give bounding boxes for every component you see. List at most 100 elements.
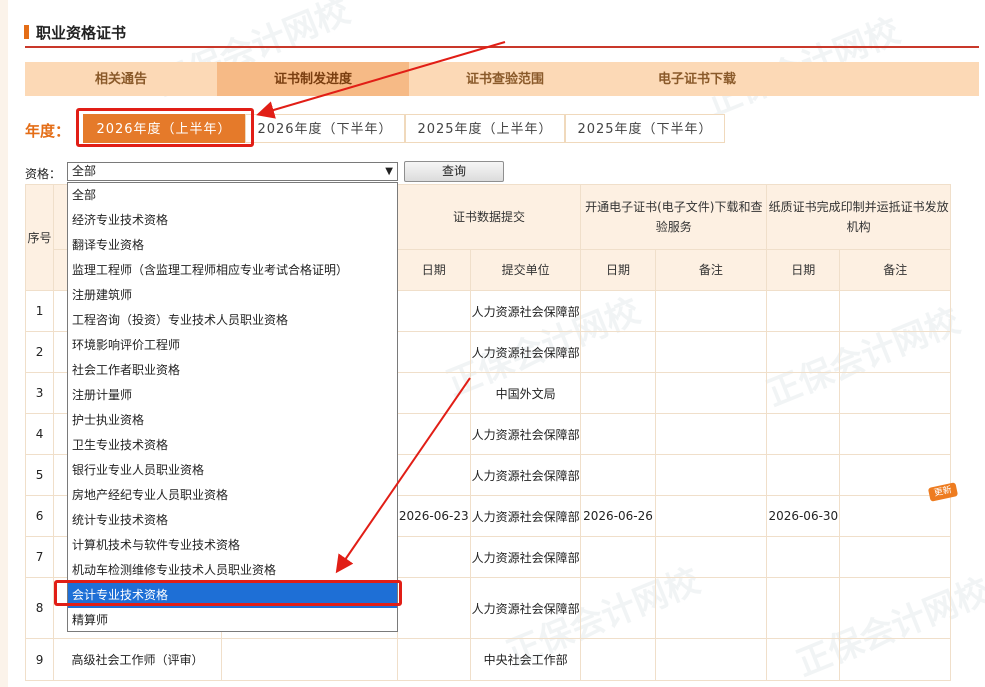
cell-name: 高级社会工作师（评审） [53,638,222,681]
dropdown-option[interactable]: 注册计量师 [68,383,397,408]
dropdown-option[interactable]: 全部 [68,183,397,208]
cell-e-date [580,638,656,681]
cell-e-date: 2026-06-26 [580,495,656,537]
cell-e-remark [654,638,768,681]
cell-e-remark [654,413,768,455]
cell-e-date [580,413,656,455]
cell-p-date [766,290,841,332]
dropdown-option[interactable]: 精算师 [68,608,397,633]
tab-e-cert-download[interactable]: 电子证书下载 [601,62,793,96]
cell-submit-date [396,413,471,455]
dropdown-option[interactable]: 护士执业资格 [68,408,397,433]
header-e-cert: 开通电子证书(电子文件)下载和查验服务 [580,184,768,250]
dropdown-option[interactable]: 工程咨询（投资）专业技术人员职业资格 [68,308,397,333]
cell-submit-date [396,331,471,373]
dropdown-option[interactable]: 社会工作者职业资格 [68,358,397,383]
tab-notices[interactable]: 相关通告 [25,62,217,96]
qualification-select[interactable]: 全部 ▼ [67,162,398,181]
cell-p-date [766,331,841,373]
cell-unit: 人力资源社会保障部 [469,536,582,578]
cell-submit-date: 2026-06-23 [396,495,471,537]
cell-seq: 5 [24,454,55,496]
cell-unit: 人力资源社会保障部 [469,495,582,537]
dropdown-option[interactable]: 翻译专业资格 [68,233,397,258]
cell-e-remark [654,536,768,578]
cell-p-remark [839,331,951,373]
tab-verify-scope[interactable]: 证书查验范围 [409,62,601,96]
tab-bar: 相关通告 证书制发进度 证书查验范围 电子证书下载 [25,62,979,96]
cell-p-date [766,372,841,414]
cell-submit-date [396,454,471,496]
cell-seq: 3 [24,372,55,414]
header-seq: 序号 [24,184,55,291]
cell-unit: 人力资源社会保障部 [469,290,582,332]
cell-e-date [580,290,656,332]
cell-p-remark [839,413,951,455]
cell-unit: 人力资源社会保障部 [469,577,582,639]
header-e-remark: 备注 [654,249,768,291]
qualification-select-value: 全部 [72,164,97,178]
chevron-down-icon: ▼ [385,166,393,177]
cell-seq: 6 [24,495,55,537]
cell-p-date [766,413,841,455]
cell-seq: 9 [24,638,55,681]
cell-p-remark [839,290,951,332]
year-option-2026-h2[interactable]: 2026年度（下半年） [245,114,405,143]
cell-p-remark [839,577,951,639]
year-option-2025-h1[interactable]: 2025年度（上半年） [405,114,565,143]
dropdown-option[interactable]: 房地产经纪专业人员职业资格 [68,483,397,508]
cell-submit-date [396,372,471,414]
dropdown-option[interactable]: 计算机技术与软件专业技术资格 [68,533,397,558]
cell-unit: 人力资源社会保障部 [469,331,582,373]
cell-seq: 2 [24,331,55,373]
header-paper-cert: 纸质证书完成印制并运抵证书发放机构 [766,184,951,250]
cell-seq: 4 [24,413,55,455]
highlight-box-accounting [54,580,402,606]
cell-e-remark [654,290,768,332]
dropdown-option[interactable]: 银行业专业人员职业资格 [68,458,397,483]
cell-e-date [580,536,656,578]
qualification-dropdown-list[interactable]: 全部 经济专业技术资格 翻译专业资格 监理工程师（含监理工程师相应专业考试合格证明）注… [67,182,398,632]
cell-p-remark [839,372,951,414]
cell-seq: 7 [24,536,55,578]
dropdown-option[interactable]: 监理工程师（含监理工程师相应专业考试合格证明） [68,258,397,283]
title-accent-bar [24,25,29,39]
dropdown-option[interactable]: 卫生专业技术资格 [68,433,397,458]
cell-submit-date [396,638,471,681]
cell-seq: 1 [24,290,55,332]
cell-unit: 中央社会工作部 [469,638,582,681]
tab-progress[interactable]: 证书制发进度 [217,62,409,96]
cell-seq: 8 [24,577,55,639]
title-divider [25,46,979,48]
query-button[interactable]: 查询 [404,161,504,182]
table-row: 9 高级社会工作师（评审） 中央社会工作部 [24,638,951,681]
cell-p-date [766,536,841,578]
cell-submit-date [396,290,471,332]
dropdown-option[interactable]: 经济专业技术资格 [68,208,397,233]
page-title: 职业资格证书 [24,22,126,43]
cell-submit-date [396,536,471,578]
year-label: 年度： [25,122,71,140]
dropdown-option[interactable]: 环境影响评价工程师 [68,333,397,358]
cell-unit: 人力资源社会保障部 [469,413,582,455]
cell-p-date [766,577,841,639]
dropdown-option[interactable]: 注册建筑师 [68,283,397,308]
cell-e-remark [654,372,768,414]
cell-e-remark [654,577,768,639]
cell-e-remark [654,495,768,537]
cell-unit: 人力资源社会保障部 [469,454,582,496]
cell-e-date [580,331,656,373]
cell-p-remark [839,495,951,537]
cell-blank [220,638,398,681]
cell-e-date [580,372,656,414]
cell-e-date [580,454,656,496]
cell-e-remark [654,454,768,496]
cell-p-remark [839,638,951,681]
cell-p-date: 2026-06-30 [766,495,841,537]
cell-unit: 中国外文局 [469,372,582,414]
year-option-2025-h2[interactable]: 2025年度（下半年） [565,114,725,143]
dropdown-option[interactable]: 统计专业技术资格 [68,508,397,533]
cell-e-remark [654,331,768,373]
cell-submit-date [396,577,471,639]
header-cert-submit: 证书数据提交 [396,184,582,250]
